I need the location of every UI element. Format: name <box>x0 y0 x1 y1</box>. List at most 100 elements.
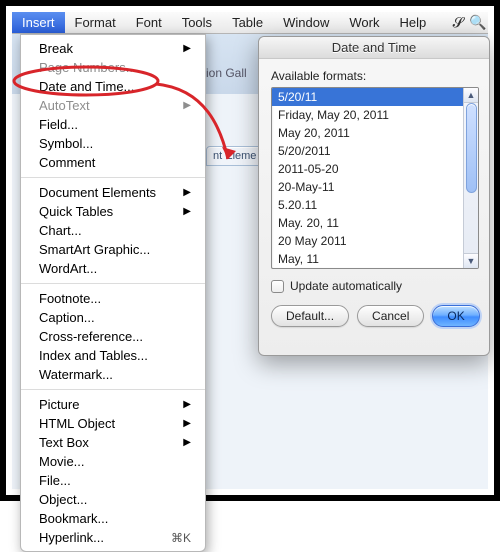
formats-listbox[interactable]: 5/20/11Friday, May 20, 2011May 20, 20115… <box>271 87 479 269</box>
menu-item-label: Comment <box>39 155 95 170</box>
menu-item-hyperlink[interactable]: Hyperlink... ⌘K <box>21 528 205 547</box>
menu-item-label: WordArt... <box>39 261 97 276</box>
menubar-item-insert[interactable]: Insert <box>12 12 65 33</box>
format-option[interactable]: 5.20.11 <box>272 196 463 214</box>
scroll-down-icon[interactable]: ▼ <box>464 253 479 268</box>
menu-item-footnote[interactable]: Footnote... <box>21 289 205 308</box>
format-option[interactable]: May. 20, 11 <box>272 214 463 232</box>
menu-item-label: Date and Time... <box>39 79 134 94</box>
menu-item-label: Text Box <box>39 435 89 450</box>
menubar-item-window[interactable]: Window <box>273 12 339 33</box>
menu-item-label: Object... <box>39 492 87 507</box>
ribbon-gallery-label: ion Gall <box>206 66 247 80</box>
menu-item-label: Picture <box>39 397 79 412</box>
menu-item-label: HTML Object <box>39 416 115 431</box>
menubar-item-table[interactable]: Table <box>222 12 273 33</box>
default-button[interactable]: Default... <box>271 305 349 327</box>
submenu-arrow-icon: ▶ <box>183 187 191 198</box>
menu-item-movie[interactable]: Movie... <box>21 452 205 471</box>
menubar-item-font[interactable]: Font <box>126 12 172 33</box>
format-option[interactable]: 20-May-11 <box>272 178 463 196</box>
menu-item-label: Footnote... <box>39 291 101 306</box>
format-option[interactable]: May 20, 2011 <box>272 124 463 142</box>
menu-item-cross-reference[interactable]: Cross-reference... <box>21 327 205 346</box>
menubar-item-tools[interactable]: Tools <box>172 12 222 33</box>
menu-item-picture[interactable]: Picture ▶ <box>21 395 205 414</box>
format-option[interactable]: 20 May 2011 <box>272 232 463 250</box>
app-frame: ion Gall nt Eleme Insert Format Font Too… <box>0 0 500 501</box>
ribbon-tabs: nt Eleme <box>206 146 263 166</box>
script-menu-icon[interactable]: 𝓢 <box>448 14 468 31</box>
spotlight-icon[interactable]: 🔍 <box>468 14 488 31</box>
submenu-arrow-icon: ▶ <box>183 418 191 429</box>
dialog-title: Date and Time <box>259 37 489 59</box>
menu-item-label: Index and Tables... <box>39 348 148 363</box>
submenu-arrow-icon: ▶ <box>183 437 191 448</box>
menu-item-label: AutoText <box>39 98 90 113</box>
submenu-arrow-icon: ▶ <box>183 43 191 54</box>
menu-item-label: SmartArt Graphic... <box>39 242 150 257</box>
menu-item-smartart-graphic[interactable]: SmartArt Graphic... <box>21 240 205 259</box>
menu-item-symbol[interactable]: Symbol... <box>21 134 205 153</box>
menubar-item-help[interactable]: Help <box>390 12 437 33</box>
menu-item-label: Document Elements <box>39 185 156 200</box>
menu-item-field[interactable]: Field... <box>21 115 205 134</box>
menubar-item-work[interactable]: Work <box>339 12 389 33</box>
menu-item-label: File... <box>39 473 71 488</box>
menu-item-label: Symbol... <box>39 136 93 151</box>
menu-item-label: Chart... <box>39 223 82 238</box>
scroll-up-icon[interactable]: ▲ <box>464 88 479 103</box>
menu-item-html-object[interactable]: HTML Object ▶ <box>21 414 205 433</box>
format-option[interactable]: 5/20/2011 <box>272 142 463 160</box>
menubar: Insert Format Font Tools Table Window Wo… <box>12 12 488 34</box>
menu-item-date-and-time[interactable]: Date and Time... <box>21 77 205 96</box>
menu-item-quick-tables[interactable]: Quick Tables ▶ <box>21 202 205 221</box>
submenu-arrow-icon: ▶ <box>183 399 191 410</box>
menu-item-autotext: AutoText ▶ <box>21 96 205 115</box>
menu-item-text-box[interactable]: Text Box ▶ <box>21 433 205 452</box>
menu-item-document-elements[interactable]: Document Elements ▶ <box>21 183 205 202</box>
menu-item-label: Break <box>39 41 73 56</box>
menu-item-watermark[interactable]: Watermark... <box>21 365 205 384</box>
ribbon-tab-fragment[interactable]: nt Eleme <box>206 146 263 166</box>
menu-item-file[interactable]: File... <box>21 471 205 490</box>
insert-menu-dropdown: Break ▶ Page Numbers... Date and Time... Aut… <box>20 34 206 552</box>
menu-item-label: Hyperlink... <box>39 530 104 545</box>
menu-item-label: Caption... <box>39 310 95 325</box>
format-option[interactable]: May, 11 <box>272 250 463 268</box>
format-option[interactable]: 5/20/11 <box>272 88 463 106</box>
menu-separator <box>21 177 205 178</box>
menu-item-page-numbers: Page Numbers... <box>21 58 205 77</box>
menu-item-label: Field... <box>39 117 78 132</box>
ok-button[interactable]: OK <box>432 305 479 327</box>
menu-item-label: Quick Tables <box>39 204 113 219</box>
menu-item-label: Watermark... <box>39 367 113 382</box>
date-time-dialog: Date and Time Available formats: 5/20/11… <box>258 36 490 356</box>
menu-item-caption[interactable]: Caption... <box>21 308 205 327</box>
listbox-scrollbar[interactable]: ▲ ▼ <box>463 88 478 268</box>
menu-item-bookmark[interactable]: Bookmark... <box>21 509 205 528</box>
menubar-item-format[interactable]: Format <box>65 12 126 33</box>
menu-separator <box>21 283 205 284</box>
scroll-track[interactable] <box>464 103 479 253</box>
menu-item-label: Bookmark... <box>39 511 108 526</box>
formats-rows: 5/20/11Friday, May 20, 2011May 20, 20115… <box>272 88 463 268</box>
scroll-thumb[interactable] <box>466 103 477 193</box>
menu-item-label: Cross-reference... <box>39 329 143 344</box>
menu-item-shortcut: ⌘K <box>171 531 191 545</box>
menu-item-index-and-tables[interactable]: Index and Tables... <box>21 346 205 365</box>
cancel-button[interactable]: Cancel <box>357 305 424 327</box>
menu-item-chart[interactable]: Chart... <box>21 221 205 240</box>
format-option[interactable]: Friday, May 20, 2011 <box>272 106 463 124</box>
submenu-arrow-icon: ▶ <box>183 206 191 217</box>
menu-item-comment[interactable]: Comment <box>21 153 205 172</box>
menu-item-object[interactable]: Object... <box>21 490 205 509</box>
menu-item-label: Movie... <box>39 454 85 469</box>
update-automatically-label: Update automatically <box>290 279 402 293</box>
menu-item-wordart[interactable]: WordArt... <box>21 259 205 278</box>
update-automatically-checkbox[interactable] <box>271 280 284 293</box>
submenu-arrow-icon: ▶ <box>183 100 191 111</box>
format-option[interactable]: 2011-05-20 <box>272 160 463 178</box>
menu-item-break[interactable]: Break ▶ <box>21 39 205 58</box>
menu-separator <box>21 389 205 390</box>
